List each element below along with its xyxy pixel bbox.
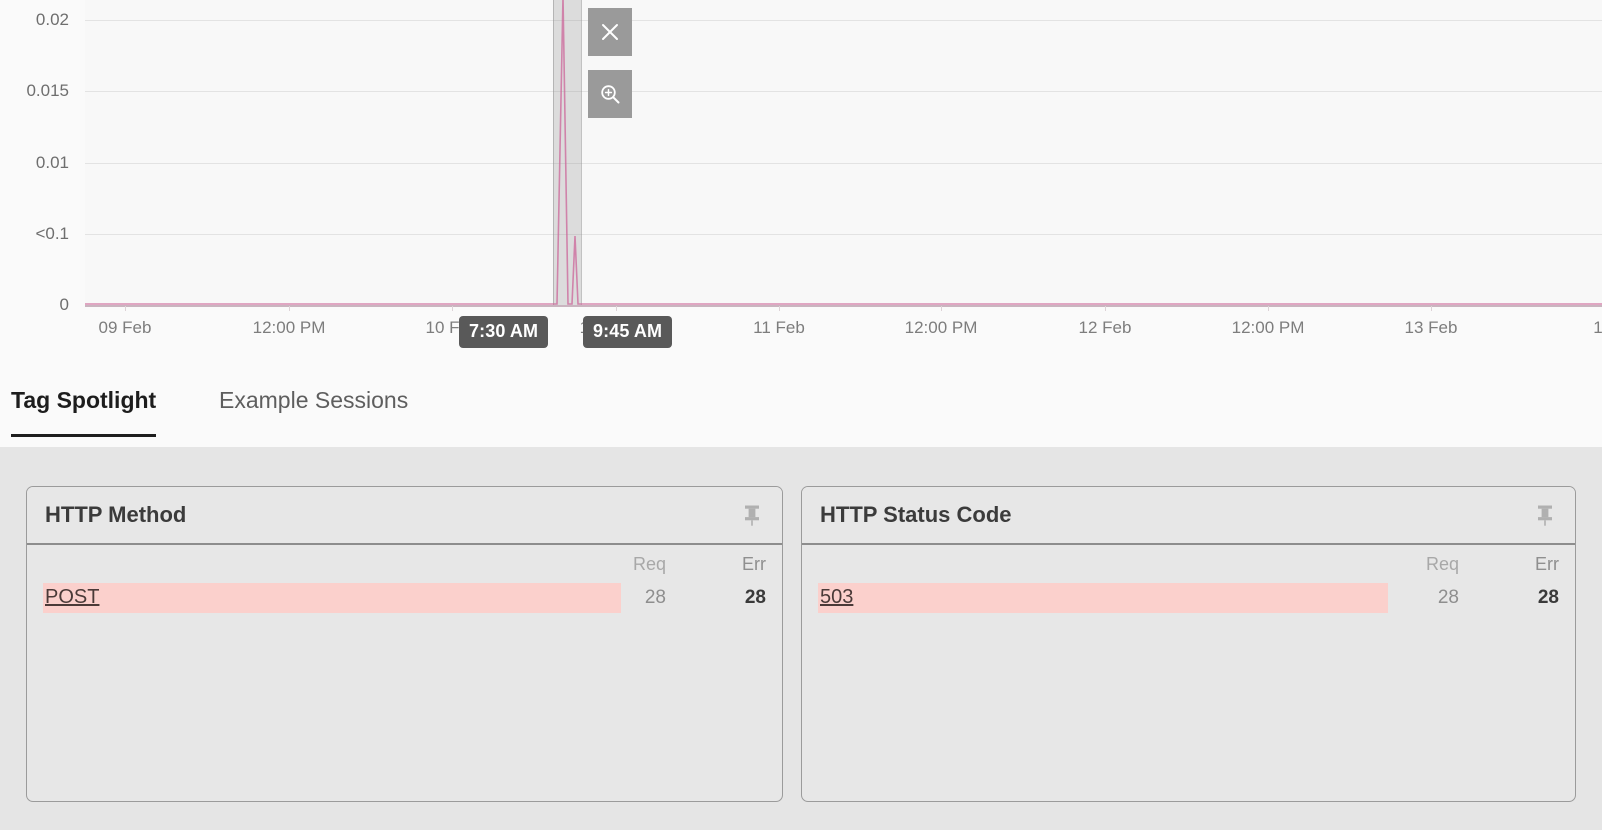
selection-start-time-badge: 7:30 AM [459,316,548,348]
pin-facet-button[interactable] [736,499,768,531]
column-header-err: Err [706,554,766,575]
gridline [85,163,1602,164]
close-selection-button[interactable] [588,8,632,56]
error-rate-line-series [85,0,1602,306]
table-row[interactable]: POST 28 28 [27,583,782,619]
error-rate-chart-panel: 0.02 0.015 0.01 <0.1 0 09 Feb 12:00 PM 1… [0,0,1602,363]
row-err-count: 28 [706,587,766,609]
x-axis-tick-label: 12:00 PM [1232,318,1305,338]
selection-end-time-badge: 9:45 AM [583,316,672,348]
facet-value-link[interactable]: 503 [820,586,853,609]
x-axis-tick [1431,306,1432,311]
x-axis-tick-label: 11 Feb [753,318,805,338]
pin-icon [741,503,763,527]
tab-example-sessions[interactable]: Example Sessions [219,387,408,434]
facet-header: HTTP Status Code [802,487,1575,545]
column-header-err: Err [1499,554,1559,575]
x-axis-tick-label: 12:00 PM [253,318,326,338]
row-error-bar [43,583,621,613]
x-axis-tick-label: 12 Feb [1079,318,1132,338]
x-axis-tick-label: 09 Feb [99,318,152,338]
row-req-count: 28 [606,587,666,609]
facet-value-link[interactable]: POST [45,586,99,609]
x-axis-tick-label: 13 Feb [1405,318,1458,338]
x-axis-tick-label: 1 [1593,318,1602,338]
gridline [85,20,1602,21]
x-axis-tick [616,306,617,311]
y-axis-tick-label: <0.1 [0,224,69,244]
y-axis-tick-label: 0.01 [0,153,69,173]
x-axis-tick [125,306,126,311]
row-error-bar [818,583,1388,613]
facet-column-headers: Req Err [802,545,1575,583]
tab-bar: Tag Spotlight Example Sessions [0,362,1602,448]
x-axis-tick [779,306,780,311]
facet-card-http-status-code: HTTP Status Code Req Err 503 28 28 [801,486,1576,802]
facet-column-headers: Req Err [27,545,782,583]
tag-spotlight-content: HTTP Method Req Err POST 28 28 HTTP Stat… [0,447,1602,830]
y-axis-tick-label: 0.015 [0,81,69,101]
column-header-req: Req [1399,554,1459,575]
facet-header: HTTP Method [27,487,782,545]
y-axis-tick-label: 0 [0,295,69,315]
zoom-to-selection-button[interactable] [588,70,632,118]
x-axis-tick [452,306,453,311]
x-axis-tick [941,306,942,311]
zoom-in-icon [598,82,622,106]
column-header-req: Req [606,554,666,575]
x-axis-baseline [85,305,1602,307]
x-axis-tick [1268,306,1269,311]
selection-left-edge[interactable] [553,0,554,306]
facet-title: HTTP Status Code [820,502,1012,528]
x-axis-tick [1105,306,1106,311]
close-icon [598,20,622,44]
chart-plot-area[interactable] [85,0,1602,306]
pin-icon [1534,503,1556,527]
row-err-count: 28 [1499,587,1559,609]
facet-card-http-method: HTTP Method Req Err POST 28 28 [26,486,783,802]
x-axis-tick [289,306,290,311]
row-req-count: 28 [1399,587,1459,609]
tab-tag-spotlight[interactable]: Tag Spotlight [11,387,156,437]
x-axis-tick-label: 12:00 PM [905,318,978,338]
time-selection-band [553,0,581,306]
table-row[interactable]: 503 28 28 [802,583,1575,619]
gridline [85,91,1602,92]
pin-facet-button[interactable] [1529,499,1561,531]
selection-right-edge[interactable] [581,0,582,306]
y-axis-tick-label: 0.02 [0,10,69,30]
gridline [85,234,1602,235]
facet-title: HTTP Method [45,502,186,528]
